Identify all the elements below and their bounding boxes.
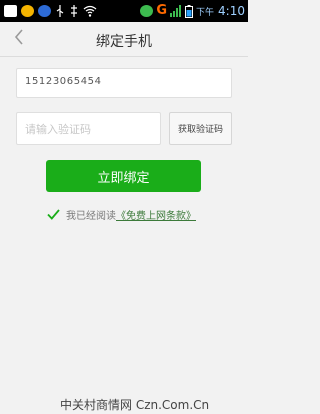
usb-debug-icon [69, 5, 79, 17]
usb-icon [55, 5, 65, 17]
agree-checkbox[interactable] [46, 207, 60, 221]
bind-now-button[interactable]: 立即绑定 [46, 160, 201, 192]
badge-icon [38, 5, 51, 17]
status-bar-right: G 下午 4:10 [140, 2, 245, 20]
phone-input[interactable]: 15123065454 [16, 68, 232, 98]
terms-link[interactable]: 《免费上网条款》 [116, 211, 196, 222]
signal-icon [170, 5, 182, 17]
network-type-label: G [156, 3, 168, 18]
time-prefix: 下午 [196, 7, 215, 18]
verification-code-placeholder: 请输入验证码 [25, 123, 91, 136]
watermark: 中关村商情网 Czn.Com.Cn [60, 398, 210, 412]
status-bar-left [4, 3, 97, 19]
battery-icon [185, 4, 194, 18]
agreement-text: 我已经阅读《免费上网条款》 [66, 207, 196, 222]
wifi-icon [83, 5, 97, 17]
verification-code-input[interactable]: 请输入验证码 [16, 112, 161, 145]
status-bar: G 下午 4:10 [0, 0, 248, 22]
navigation-bar: 绑定手机 [0, 22, 248, 57]
phone-value: 15123065454 [25, 76, 102, 87]
app-status-icon [140, 5, 154, 17]
page-title: 绑定手机 [96, 34, 152, 50]
agreement-row: 我已经阅读《免费上网条款》 [46, 205, 196, 223]
agreement-prefix: 我已经阅读 [66, 210, 116, 222]
notification-icon [4, 5, 17, 17]
bear-icon [21, 5, 34, 17]
get-code-button[interactable]: 获取验证码 [169, 112, 232, 145]
status-time: 4:10 [218, 4, 245, 18]
